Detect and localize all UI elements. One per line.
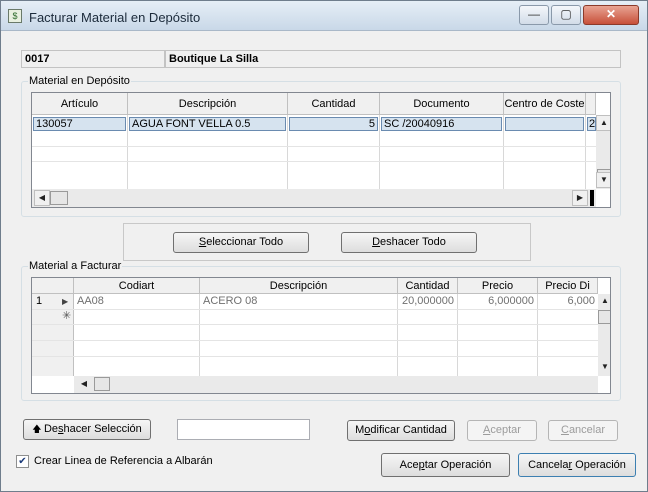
dialog-body: 0017 Boutique La Silla Material en Depós…	[7, 37, 641, 487]
col-descripcion[interactable]: Descripción	[128, 93, 288, 115]
cell-extra[interactable]: 2	[587, 117, 596, 131]
grid-row-line	[32, 356, 598, 357]
row-pointer-icon: ▶	[62, 297, 69, 306]
client-code-field: 0017	[21, 50, 165, 68]
facturar-vscrollbar[interactable]: ▲ ▼	[598, 294, 610, 376]
undo-selection-button[interactable]: 🡅 Deshacer Selección	[23, 419, 151, 440]
scroll-up-arrow-icon[interactable]: ▲	[596, 115, 610, 131]
facturar-grid[interactable]: Codiart Descripción Cantidad Precio Prec…	[31, 277, 611, 394]
accept-button[interactable]: Aceptar	[467, 420, 537, 441]
scroll-thumb[interactable]	[50, 191, 68, 205]
scroll-down-arrow-icon[interactable]: ▼	[598, 360, 610, 376]
cell-cantidad[interactable]: 20,000000	[399, 295, 456, 309]
grid-row-line	[32, 146, 596, 147]
row-number: 1	[36, 295, 43, 307]
quantity-input[interactable]	[177, 419, 310, 440]
scroll-down-arrow-icon[interactable]: ▼	[596, 172, 610, 188]
deposito-vscrollbar[interactable]: ▲ ▼	[596, 115, 610, 189]
window-title: Facturar Material en Depósito	[29, 10, 201, 25]
col-precio[interactable]: Precio	[458, 278, 538, 294]
col-articulo[interactable]: Artículo	[32, 93, 128, 115]
scroll-left-arrow-icon[interactable]: ◀	[34, 190, 50, 206]
scroll-left-arrow-icon[interactable]: ◀	[76, 377, 92, 393]
cell-descripcion[interactable]: ACERO 08	[201, 295, 395, 309]
group-facturar-label: Material a Facturar	[28, 260, 123, 272]
cell-cantidad[interactable]: 5	[289, 117, 378, 131]
col-centro-coste[interactable]: Centro de Coste	[504, 93, 586, 115]
col-documento[interactable]: Documento	[380, 93, 504, 115]
close-button[interactable]: ✕	[583, 5, 639, 25]
col-cantidad[interactable]: Cantidad	[398, 278, 458, 294]
select-all-button[interactable]: Seleccionar Todo	[173, 232, 309, 253]
col-codiart[interactable]: Codiart	[74, 278, 200, 294]
row-header-corner	[32, 278, 74, 294]
cell-codiart[interactable]: AA08	[75, 295, 197, 309]
cancel-operation-button[interactable]: Cancelar Operación	[518, 453, 636, 477]
cancel-button[interactable]: Cancelar	[548, 420, 618, 441]
col-extra-header	[586, 93, 596, 115]
new-row-icon: ✳	[62, 310, 72, 322]
deposito-grid[interactable]: Artículo Descripción Cantidad Documento …	[31, 92, 611, 208]
dialog-window: $ Facturar Material en Depósito — ▢ ✕ 00…	[0, 0, 648, 492]
col-cantidad[interactable]: Cantidad	[288, 93, 380, 115]
accept-operation-button[interactable]: Aceptar Operación	[381, 453, 510, 477]
arrow-up-icon: 🡅	[32, 424, 44, 434]
facturar-hscrollbar[interactable]: ◀	[74, 376, 598, 393]
app-icon: $	[8, 9, 22, 23]
minimize-button[interactable]: —	[519, 5, 549, 25]
table-row[interactable]: 130057 AGUA FONT VELLA 0.5 5 SC /2004091…	[32, 117, 596, 132]
scroll-thumb[interactable]	[94, 377, 110, 391]
cell-centro-coste[interactable]	[505, 117, 584, 131]
cell-precio[interactable]: 6,000000	[459, 295, 536, 309]
create-reference-checkbox[interactable]: ✔	[16, 455, 29, 468]
splitter-handle[interactable]	[590, 190, 594, 206]
col-precio-di[interactable]: Precio Di	[538, 278, 598, 294]
cell-documento[interactable]: SC /20040916	[381, 117, 502, 131]
cell-precio-di[interactable]: 6,000	[539, 295, 597, 309]
cell-articulo[interactable]: 130057	[33, 117, 126, 131]
maximize-button[interactable]: ▢	[551, 5, 581, 25]
grid-row-line	[32, 324, 598, 325]
table-row[interactable]: 1 ▶ AA08 ACERO 08 20,000000 6,000000 6,0…	[32, 295, 598, 309]
grid-row-line	[32, 161, 596, 162]
client-name-field: Boutique La Silla	[165, 50, 621, 68]
modify-quantity-button[interactable]: Modificar Cantidad	[347, 420, 455, 441]
create-reference-label: Crear Linea de Referencia a Albarán	[34, 455, 213, 467]
grid-row-line	[32, 309, 598, 310]
title-bar[interactable]: $ Facturar Material en Depósito — ▢ ✕	[1, 1, 647, 31]
cell-descripcion[interactable]: AGUA FONT VELLA 0.5	[129, 117, 286, 131]
undo-all-button[interactable]: Deshacer Todo	[341, 232, 477, 253]
group-deposito-label: Material en Depósito	[28, 75, 131, 87]
scroll-right-arrow-icon[interactable]: ▶	[572, 190, 588, 206]
grid-row-line	[32, 340, 598, 341]
scroll-up-arrow-icon[interactable]: ▲	[598, 294, 610, 310]
col-descripcion[interactable]: Descripción	[200, 278, 398, 294]
deposito-hscrollbar[interactable]: ◀ ▶	[32, 189, 596, 207]
scroll-thumb[interactable]	[598, 310, 610, 324]
